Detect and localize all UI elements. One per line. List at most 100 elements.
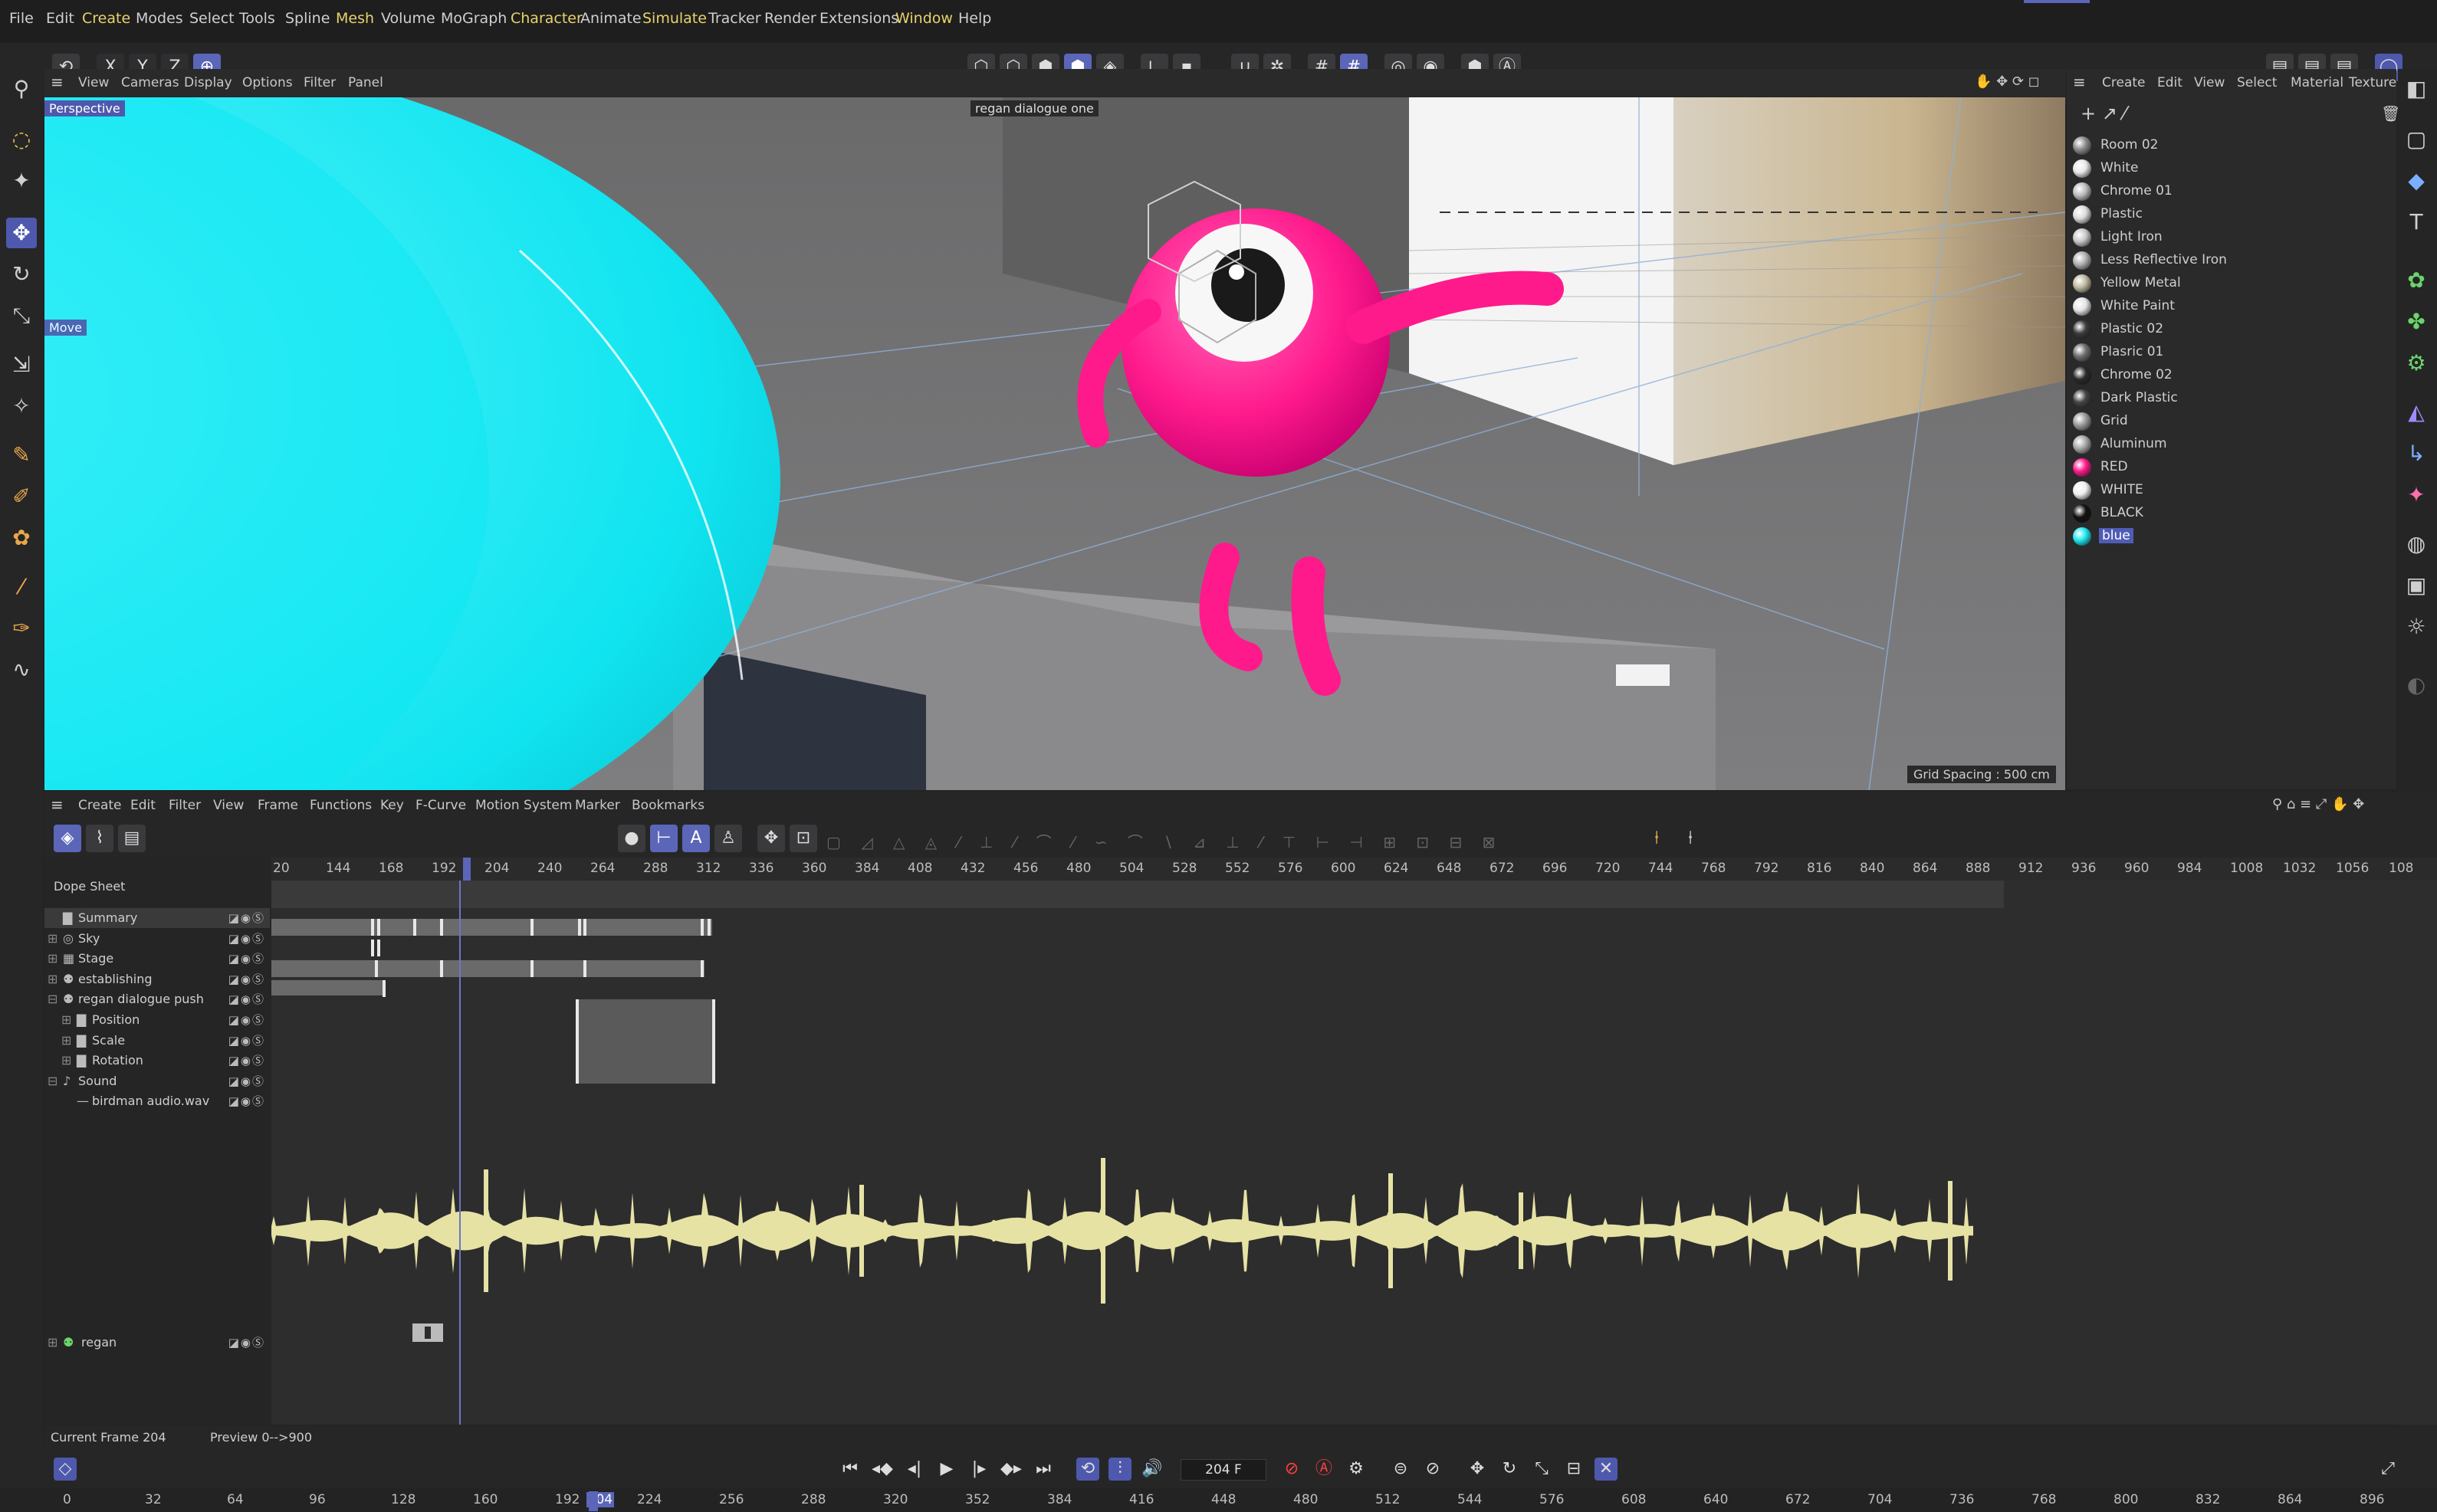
material-item[interactable]: Yellow Metal — [2073, 273, 2380, 294]
keyframe-marker[interactable] — [578, 919, 581, 936]
move-tool-icon[interactable]: ✥ — [6, 218, 37, 248]
light-icon[interactable]: ☼ — [2401, 612, 2432, 642]
transform-tool-icon[interactable]: ⇲ — [6, 349, 37, 380]
prev-key-icon[interactable]: ◂◆ — [871, 1458, 894, 1481]
add-marker-icon[interactable]: ⍿ — [1688, 827, 1693, 848]
menu-edit[interactable]: Edit — [46, 10, 74, 27]
record-icon[interactable]: ⊘ — [1280, 1458, 1303, 1481]
material-item[interactable]: Plastic — [2073, 204, 2380, 225]
add-material-icon[interactable]: + ↗ ⁄ — [2081, 103, 2126, 124]
spline-draw-icon[interactable]: ∿ — [6, 654, 37, 685]
track-row[interactable]: ⊞ ◎ Sky ◪◉Ⓢ — [44, 929, 270, 949]
play-icon[interactable]: ▶ — [935, 1458, 958, 1481]
track-visibility-icons[interactable]: ◪◉Ⓢ — [228, 1052, 265, 1068]
menu-mesh[interactable]: Mesh — [336, 10, 374, 27]
keyframe-marker[interactable] — [701, 919, 704, 936]
generator-icon[interactable]: ✿ — [2401, 265, 2432, 296]
animated-only-icon[interactable]: A — [682, 825, 710, 852]
help-icon[interactable]: ◐ — [2401, 670, 2432, 700]
expand-icon[interactable]: ⊞ — [48, 931, 57, 946]
live-selection-icon[interactable]: ◌ — [6, 124, 37, 155]
autokey-icon[interactable]: Ⓐ — [1312, 1458, 1335, 1481]
tl-menu-create[interactable]: Create — [78, 798, 122, 813]
expand-icon[interactable]: ⊞ — [61, 1033, 71, 1048]
rotate-tool-icon[interactable]: ↻ — [6, 259, 37, 290]
material-item[interactable]: Plastic 02 — [2073, 319, 2380, 340]
menu-animate[interactable]: Animate — [580, 10, 642, 27]
attributes-icon[interactable]: ▢ — [2401, 124, 2432, 155]
move-keys-icon[interactable]: ✥ — [757, 825, 785, 852]
regan-dialogue-key-range[interactable] — [576, 999, 712, 1084]
cube-icon[interactable]: ◆ — [2401, 166, 2432, 196]
track-visibility-icons[interactable]: ◪◉Ⓢ — [228, 1073, 265, 1089]
deformer-icon[interactable]: ◭ — [2401, 397, 2432, 428]
playback-rate-icon[interactable]: ⫶ — [1108, 1458, 1131, 1481]
keyframe-marker[interactable] — [371, 940, 374, 956]
track-row[interactable]: ⊟ ♪ Sound ◪◉Ⓢ — [44, 1071, 270, 1091]
mat-menu-texture[interactable]: Texture — [2349, 75, 2396, 90]
track-row[interactable]: ⊞ ▦ Stage ◪◉Ⓢ — [44, 949, 270, 969]
material-item[interactable]: Chrome 02 — [2073, 365, 2380, 386]
track-visibility-icons[interactable]: ◪◉Ⓢ — [228, 971, 265, 987]
material-item[interactable]: Light Iron — [2073, 227, 2380, 248]
keyframe-marker[interactable] — [530, 960, 534, 977]
paint-tool-icon[interactable]: ✿ — [6, 523, 37, 553]
keyframe-marker[interactable] — [708, 919, 711, 936]
menu-extensions[interactable]: Extensions — [819, 10, 898, 27]
mat-menu-create[interactable]: Create — [2102, 75, 2146, 90]
key-settings-icon[interactable]: ⚙ — [1345, 1458, 1368, 1481]
viewport-menu-filter[interactable]: Filter — [304, 75, 336, 90]
search-icon[interactable]: ⚲ — [6, 74, 37, 104]
spline-pen-icon[interactable]: ✎ — [6, 440, 37, 471]
material-item[interactable]: Grid — [2073, 411, 2380, 432]
keyframe-marker[interactable] — [583, 919, 586, 936]
expand-timeline-icon[interactable]: ⤢ — [2376, 1458, 2399, 1481]
viewport-hamburger-icon[interactable]: ≡ — [51, 73, 64, 91]
prev-frame-icon[interactable]: ◂| — [903, 1458, 926, 1481]
material-item[interactable]: Dark Plastic — [2073, 388, 2380, 409]
key-rotation-icon[interactable]: ⊘ — [1421, 1458, 1444, 1481]
track-row[interactable]: ▇ Summary ◪◉Ⓢ — [44, 908, 270, 928]
mat-menu-material[interactable]: Material — [2291, 75, 2343, 90]
frame-selected-icon[interactable]: ⊡ — [790, 825, 817, 852]
key-rotate-icon[interactable]: ↻ — [1498, 1458, 1521, 1481]
keyframe-marker[interactable] — [440, 919, 443, 936]
material-item[interactable]: White Paint — [2073, 296, 2380, 317]
keyframe-marker[interactable] — [712, 999, 715, 1084]
keyframe-marker[interactable] — [383, 980, 386, 997]
current-frame-field[interactable]: 204 F — [1181, 1459, 1266, 1481]
material-item[interactable]: Aluminum — [2073, 434, 2380, 455]
tl-menu-functions[interactable]: Functions — [310, 798, 372, 813]
track-row-regan[interactable]: ⊞ ⚉ regan ◪◉Ⓢ — [44, 1333, 270, 1353]
dope-sheet-mode-icon[interactable]: ◈ — [54, 825, 81, 852]
timeline-nav-icons[interactable]: ⚲ ⌂ ≡ ⤢ ✋ ✥ — [2272, 796, 2364, 812]
tl-menu-fcurve[interactable]: F-Curve — [415, 798, 466, 813]
material-item[interactable]: White — [2073, 158, 2380, 179]
record-keys-sphere-icon[interactable]: ● — [618, 825, 645, 852]
mat-menu-select[interactable]: Select — [2237, 75, 2277, 90]
menu-file[interactable]: File — [9, 10, 34, 27]
tl-menu-view[interactable]: View — [213, 798, 244, 813]
menu-create[interactable]: Create — [82, 10, 130, 27]
sound-icon[interactable]: 🔊 — [1141, 1458, 1164, 1481]
summary-key-range[interactable] — [271, 919, 712, 936]
track-row[interactable]: ⊞ ⚉ establishing ◪◉Ⓢ — [44, 969, 270, 989]
sculpt-tool-icon[interactable]: ✑ — [6, 613, 37, 644]
key-scale-icon[interactable]: ⤡ — [1530, 1458, 1553, 1481]
menu-mograph[interactable]: MoGraph — [441, 10, 507, 27]
keyframe-marker[interactable] — [375, 960, 378, 977]
track-visibility-icons[interactable]: ◪◉Ⓢ — [228, 910, 265, 926]
tl-menu-key[interactable]: Key — [380, 798, 404, 813]
track-row[interactable]: ⊞ ▇ Rotation ◪◉Ⓢ — [44, 1051, 270, 1071]
keyframe-marker[interactable] — [530, 919, 534, 936]
menu-volume[interactable]: Volume — [381, 10, 435, 27]
keyframe-mode-icon[interactable]: ◇ — [54, 1458, 77, 1481]
key-pin-icon[interactable]: ⍿ — [1654, 827, 1659, 848]
keyframe-marker[interactable] — [377, 919, 380, 936]
stage-key-range[interactable] — [271, 960, 704, 977]
establishing-key-range[interactable] — [271, 980, 383, 995]
keyframe-marker[interactable] — [583, 960, 586, 977]
bottom-timeline-ruler[interactable]: 0 32 64 96 128 160 192 204 224 256 288 320 352 384 416… — [0, 1488, 2437, 1512]
viewport-menu-display[interactable]: Display — [184, 75, 232, 90]
goto-start-icon[interactable]: ⏮ — [839, 1458, 862, 1481]
